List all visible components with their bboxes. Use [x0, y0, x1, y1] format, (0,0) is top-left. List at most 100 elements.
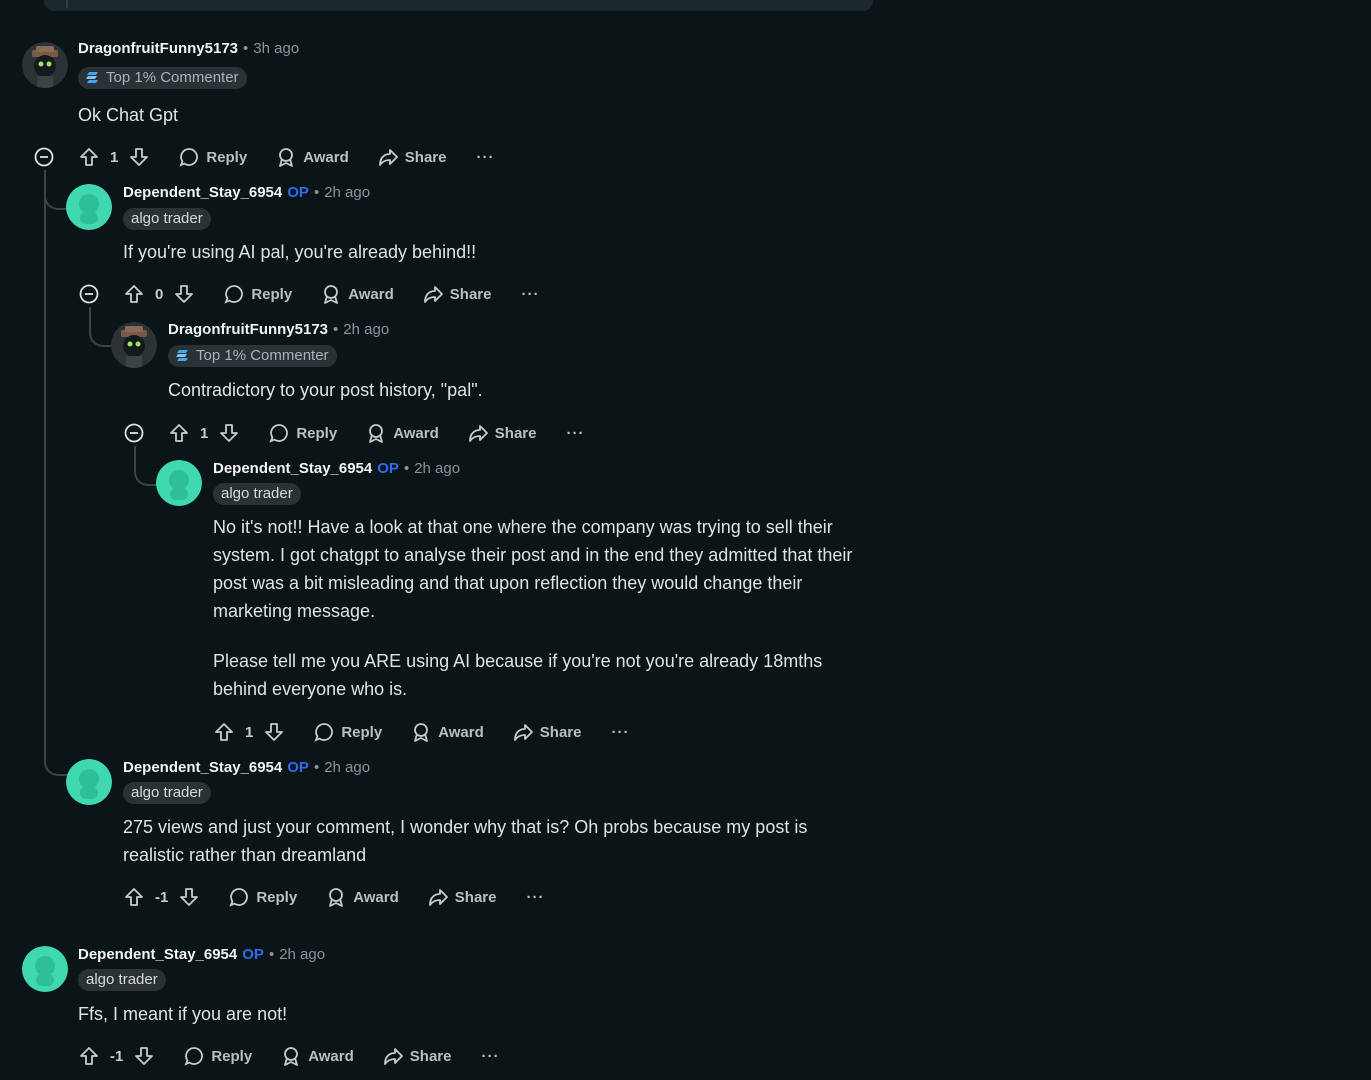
username-link[interactable]: Dependent_Stay_6954: [123, 184, 282, 201]
comment-meta: DragonfruitFunny5173 • 2h ago: [168, 321, 389, 339]
arrow-up-icon[interactable]: [123, 283, 145, 305]
share-arrow-icon: [467, 422, 489, 444]
more-options-button[interactable]: ···: [611, 724, 629, 741]
award-button[interactable]: Award: [325, 886, 399, 908]
more-options-button[interactable]: ···: [526, 889, 544, 906]
username-link[interactable]: Dependent_Stay_6954: [213, 460, 372, 477]
share-button[interactable]: Share: [377, 146, 446, 168]
award-button[interactable]: Award: [320, 283, 394, 305]
robot-avatar-icon: [22, 42, 68, 88]
arrow-up-icon[interactable]: [78, 1045, 100, 1067]
arrow-down-icon[interactable]: [178, 886, 200, 908]
vote-group: 1: [213, 721, 285, 743]
comment-paragraph: Ffs, I meant if you are not!: [78, 1004, 288, 1024]
share-arrow-icon: [427, 886, 449, 908]
reply-button[interactable]: Reply: [183, 1045, 252, 1067]
share-button[interactable]: Share: [467, 422, 536, 444]
username-link[interactable]: Dependent_Stay_6954: [78, 946, 237, 963]
award-button[interactable]: Award: [365, 422, 439, 444]
timestamp[interactable]: 2h ago: [279, 946, 325, 963]
snoo-avatar-icon: [22, 946, 68, 992]
speech-bubble-icon: [178, 146, 200, 168]
award-button[interactable]: Award: [275, 146, 349, 168]
user-flair: algo trader: [123, 208, 211, 230]
user-flair: Top 1% Commenter: [78, 67, 247, 89]
reply-label: Reply: [296, 424, 338, 442]
comment-paragraph: Contradictory to your post history, "pal…: [168, 380, 483, 400]
award-label: Award: [438, 723, 484, 741]
arrow-up-icon[interactable]: [213, 721, 235, 743]
arrow-down-icon[interactable]: [128, 146, 150, 168]
arrow-up-icon[interactable]: [168, 422, 190, 444]
vote-count: -1: [155, 888, 169, 906]
collapse-thread-button[interactable]: [124, 423, 144, 443]
award-label: Award: [353, 888, 399, 906]
avatar[interactable]: [66, 759, 112, 805]
timestamp[interactable]: 2h ago: [324, 759, 370, 776]
award-ribbon-icon: [280, 1045, 302, 1067]
top-commenter-icon: [176, 347, 190, 369]
avatar[interactable]: [111, 322, 157, 368]
share-arrow-icon: [377, 146, 399, 168]
username-link[interactable]: Dependent_Stay_6954: [123, 759, 282, 776]
separator-dot: •: [268, 946, 275, 963]
award-ribbon-icon: [365, 422, 387, 444]
minus-circle-icon: [34, 147, 54, 167]
arrow-down-icon[interactable]: [263, 721, 285, 743]
thread-line: [44, 170, 46, 750]
avatar[interactable]: [66, 184, 112, 230]
comment-thread: DragonfruitFunny5173 • 3h ago Top 1% Comme…: [0, 0, 1371, 1080]
more-options-button[interactable]: ···: [476, 149, 494, 166]
comment-composer-edge: [44, 0, 873, 11]
award-ribbon-icon: [320, 283, 342, 305]
share-button[interactable]: Share: [382, 1045, 451, 1067]
collapse-thread-button[interactable]: [79, 284, 99, 304]
robot-avatar-icon: [111, 322, 157, 368]
arrow-down-icon[interactable]: [173, 283, 195, 305]
reply-button[interactable]: Reply: [313, 721, 382, 743]
timestamp[interactable]: 2h ago: [324, 184, 370, 201]
share-button[interactable]: Share: [512, 721, 582, 743]
avatar[interactable]: [156, 460, 202, 506]
arrow-up-icon[interactable]: [123, 886, 145, 908]
arrow-up-icon[interactable]: [78, 146, 100, 168]
snoo-avatar-icon: [156, 460, 202, 506]
snoo-avatar-icon: [66, 759, 112, 805]
vote-group: -1: [78, 1045, 155, 1067]
comment-paragraph: No it's not!! Have a look at that one wh…: [213, 517, 853, 621]
avatar[interactable]: [22, 946, 68, 992]
comment-actions: -1 Reply Award Share ···: [123, 882, 544, 912]
award-label: Award: [393, 424, 439, 442]
award-button[interactable]: Award: [410, 721, 484, 743]
share-button[interactable]: Share: [422, 283, 491, 305]
comment-body: 275 views and just your comment, I wonde…: [123, 813, 863, 869]
username-link[interactable]: DragonfruitFunny5173: [168, 321, 328, 338]
more-options-button[interactable]: ···: [566, 425, 584, 442]
username-link[interactable]: DragonfruitFunny5173: [78, 40, 238, 57]
share-button[interactable]: Share: [427, 886, 496, 908]
more-options-button[interactable]: ···: [521, 286, 539, 303]
vote-count: 1: [200, 424, 209, 442]
reply-button[interactable]: Reply: [178, 146, 247, 168]
comment-meta: DragonfruitFunny5173 • 3h ago: [78, 40, 299, 58]
user-flair: algo trader: [123, 782, 211, 804]
award-button[interactable]: Award: [280, 1045, 354, 1067]
arrow-down-icon[interactable]: [133, 1045, 155, 1067]
timestamp[interactable]: 2h ago: [414, 460, 460, 477]
arrow-down-icon[interactable]: [218, 422, 240, 444]
speech-bubble-icon: [313, 721, 335, 743]
avatar[interactable]: [22, 42, 68, 88]
reply-button[interactable]: Reply: [268, 422, 337, 444]
reply-button[interactable]: Reply: [223, 283, 292, 305]
top-commenter-icon: [86, 69, 100, 91]
comment-meta: Dependent_Stay_6954 OP • 2h ago: [78, 946, 325, 964]
collapse-thread-button[interactable]: [34, 147, 54, 167]
comment-paragraph: Please tell me you ARE using AI because …: [213, 651, 823, 699]
op-badge: OP: [287, 759, 309, 776]
timestamp[interactable]: 3h ago: [253, 40, 299, 57]
more-options-button[interactable]: ···: [481, 1048, 499, 1065]
share-label: Share: [539, 723, 582, 741]
reply-label: Reply: [206, 148, 248, 166]
reply-button[interactable]: Reply: [228, 886, 297, 908]
timestamp[interactable]: 2h ago: [343, 321, 389, 338]
